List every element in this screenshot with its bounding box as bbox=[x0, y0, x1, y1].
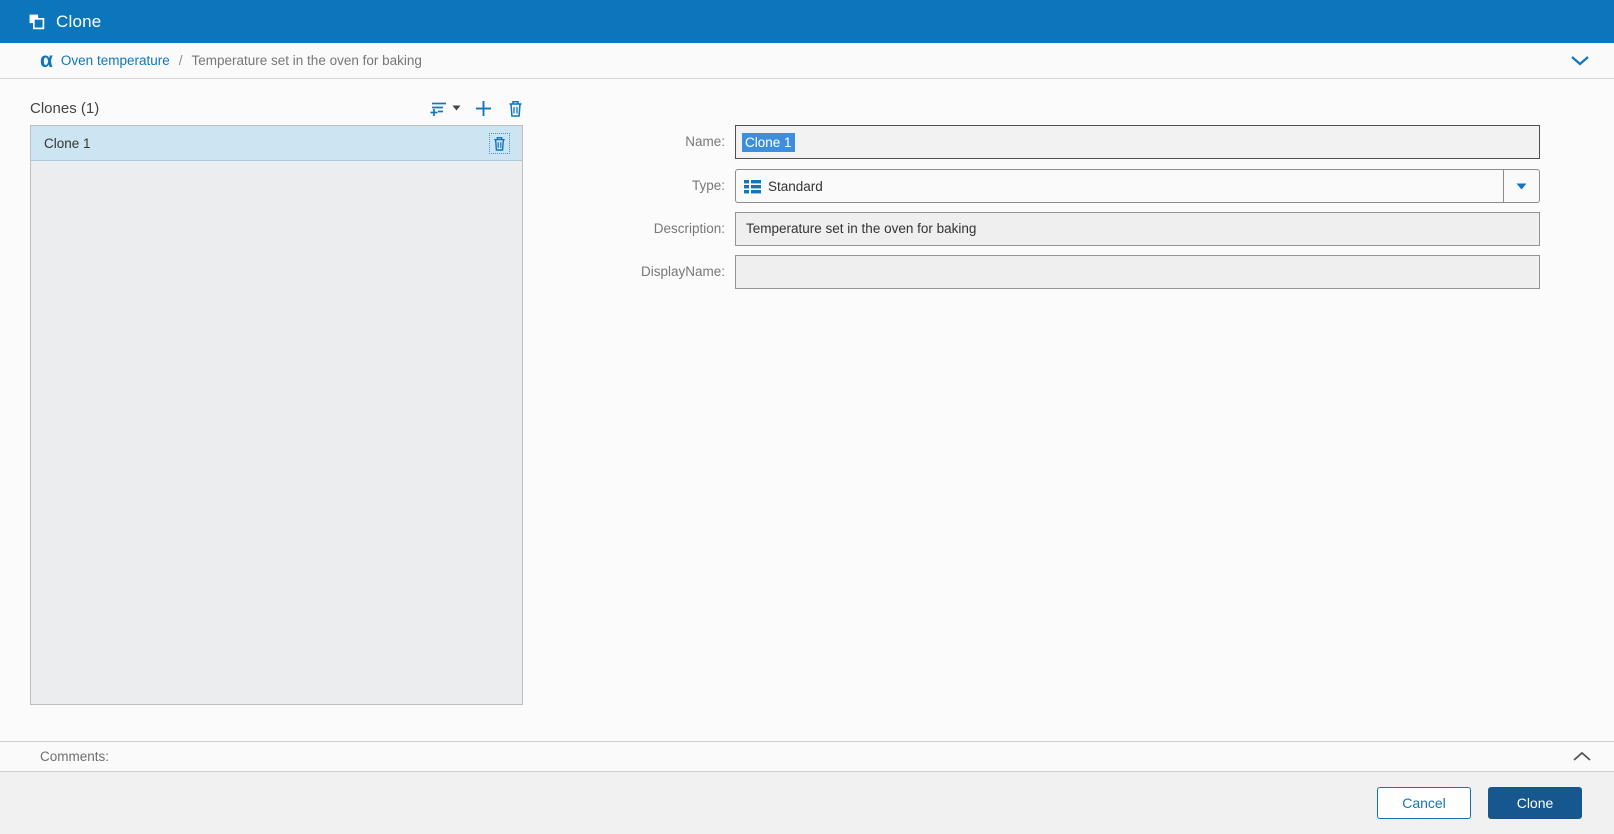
type-label: Type: bbox=[691, 178, 725, 193]
element-template-list-icon bbox=[744, 179, 761, 194]
type-dropdown-button[interactable] bbox=[1503, 170, 1539, 202]
clone-button[interactable]: Clone bbox=[1488, 787, 1582, 819]
footer: Cancel Clone bbox=[0, 772, 1614, 834]
clones-panel-header: Clones (1) bbox=[30, 96, 523, 120]
combo-caret-icon bbox=[1516, 183, 1527, 190]
comments-bar: Comments: bbox=[0, 741, 1614, 772]
displayname-label: DisplayName: bbox=[640, 264, 725, 279]
chevron-up-icon[interactable] bbox=[1572, 751, 1592, 762]
trash-icon[interactable] bbox=[508, 100, 523, 117]
comments-label: Comments: bbox=[40, 749, 110, 764]
clone-list-item-selected[interactable]: Clone 1 bbox=[31, 126, 522, 161]
filter-caret-icon bbox=[452, 105, 461, 111]
breadcrumb-root-link[interactable]: Oven temperature bbox=[61, 53, 170, 68]
description-row: Description: Temperature set in the oven… bbox=[600, 212, 1540, 246]
description-input[interactable]: Temperature set in the oven for baking bbox=[735, 212, 1540, 246]
clone-item-label: Clone 1 bbox=[44, 135, 91, 151]
alpha-attribute-icon: α bbox=[40, 49, 53, 72]
row-trash-icon bbox=[493, 136, 506, 151]
type-value: Standard bbox=[768, 178, 823, 194]
type-row: Type: Standard bbox=[600, 169, 1540, 203]
dialog-titlebar: Clone bbox=[0, 0, 1614, 43]
plus-icon[interactable] bbox=[475, 100, 492, 117]
name-input-selected-text: Clone 1 bbox=[742, 132, 795, 152]
clones-panel-title: Clones (1) bbox=[30, 99, 100, 117]
add-filter-icon bbox=[430, 100, 448, 117]
name-input[interactable]: Clone 1 bbox=[735, 125, 1540, 159]
breadcrumb-current: Temperature set in the oven for baking bbox=[191, 53, 422, 68]
description-label: Description: bbox=[653, 221, 725, 236]
dialog-title: Clone bbox=[56, 11, 102, 31]
row-delete-button[interactable] bbox=[489, 132, 510, 154]
breadcrumb-separator: / bbox=[178, 53, 183, 68]
chevron-down-icon[interactable] bbox=[1570, 55, 1590, 66]
clone-icon bbox=[28, 13, 45, 30]
cancel-button[interactable]: Cancel bbox=[1377, 787, 1471, 819]
displayname-row: DisplayName: bbox=[600, 255, 1540, 289]
displayname-input[interactable] bbox=[735, 255, 1540, 289]
clones-list: Clone 1 bbox=[30, 125, 523, 705]
add-filter-button[interactable] bbox=[430, 100, 461, 117]
type-dropdown[interactable]: Standard bbox=[735, 169, 1540, 203]
name-label: Name: bbox=[685, 134, 725, 149]
breadcrumb: α Oven temperature / Temperature set in … bbox=[0, 43, 1614, 79]
name-row: Name: Clone 1 bbox=[600, 125, 1540, 159]
